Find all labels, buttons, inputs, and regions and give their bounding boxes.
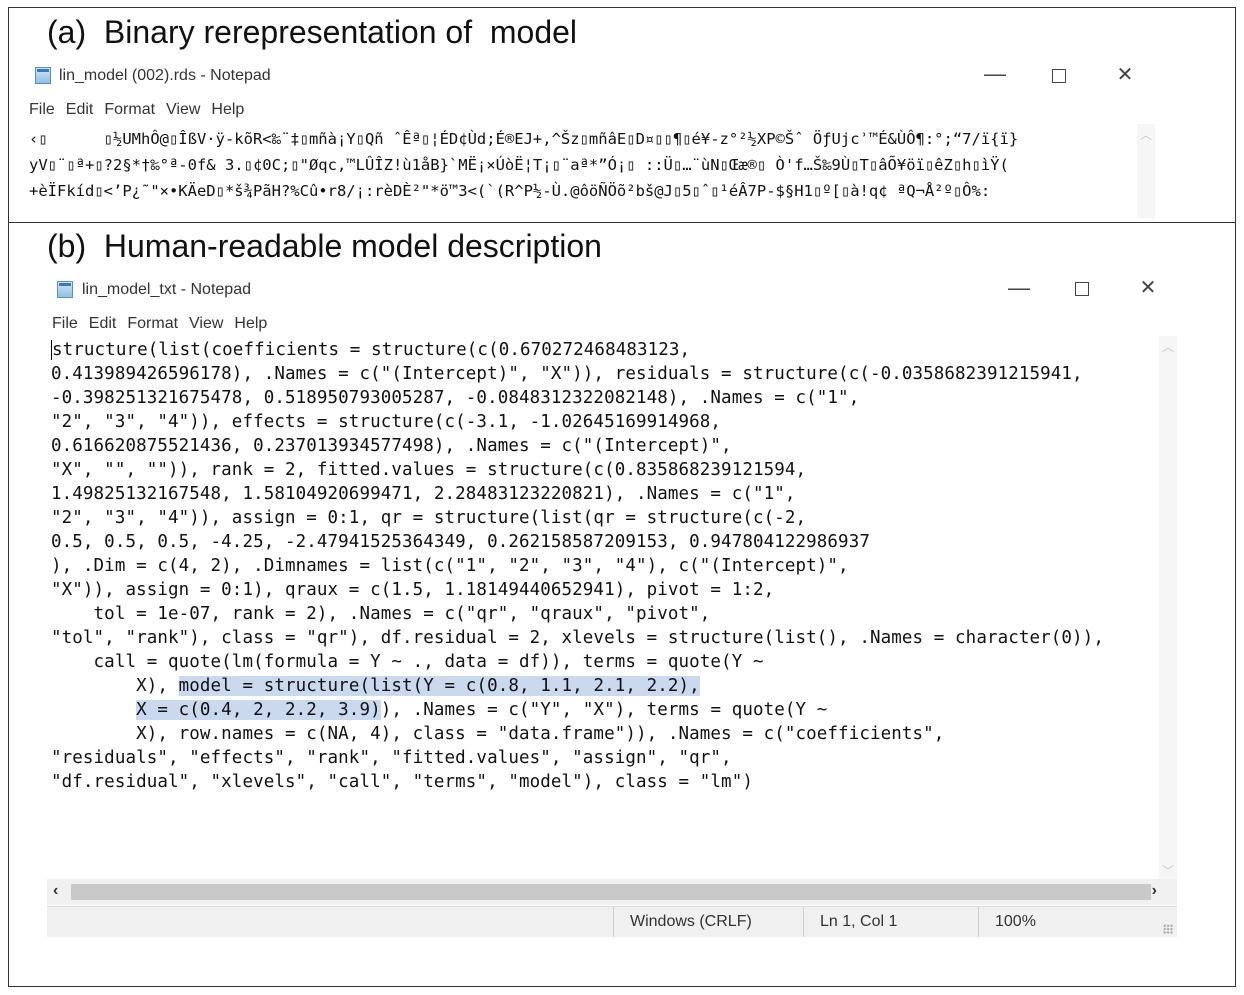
code-line: "X")), assign = 0:1), qraux = c(1.5, 1.1…: [51, 580, 775, 600]
code-line: "residuals", "effects", "rank", "fitted.…: [51, 748, 732, 768]
menu-file[interactable]: File: [29, 101, 55, 118]
selected-text: X = c(0.4, 2, 2.2, 3.9): [136, 700, 381, 720]
scroll-left-arrow-icon[interactable]: ‹: [53, 882, 58, 900]
minimize-button[interactable]: —: [975, 63, 1015, 85]
status-bar: Windows (CRLF) Ln 1, Col 1 100%: [47, 906, 1177, 937]
text-editor-area[interactable]: structure(list(coefficients = structure(…: [51, 338, 1163, 794]
menu-file[interactable]: File: [52, 315, 78, 332]
code-line: "X", "", "")), rank = 2, fitted.values =…: [51, 460, 807, 480]
menu-help[interactable]: Help: [234, 315, 267, 332]
code-line: "tol", "rank"), class = "qr"), df.residu…: [51, 628, 1104, 648]
code-line: X = c(0.4, 2, 2.2, 3.9)), .Names = c("Y"…: [51, 698, 1163, 722]
code-line: 0.5, 0.5, 0.5, -4.25, -2.47941525364349,…: [51, 532, 870, 552]
menu-format[interactable]: Format: [104, 101, 155, 118]
binary-line: +èÏFkíd▯<’P¿˜"×•KÄeD▯*š¾PãH?%Cû•r8/¡:rèD…: [29, 182, 991, 200]
menu-edit[interactable]: Edit: [89, 315, 117, 332]
code-line: "df.residual", "xlevels", "call", "terms…: [51, 772, 753, 792]
menu-bar: File Edit Format View Help: [29, 101, 255, 119]
code-line: -0.398251321675478, 0.518950793005287, -…: [51, 388, 860, 408]
binary-line: ‹▯ ▯½UMhÔ@▯ÎßV·ÿ-kõR<‰¨‡▯mñà¡Y▯Qñ ˆÊª▯¦É…: [29, 130, 1019, 148]
code-text: ), .Names = c("Y", "X"), terms = quote(Y…: [380, 700, 828, 720]
scroll-up-arrow-icon[interactable]: ︿: [1159, 338, 1177, 355]
horizontal-scroll-thumb[interactable]: [71, 884, 1151, 900]
panel-a-caption: (a) Binary rerepresentation of model: [47, 14, 578, 50]
code-text: structure(list(coefficients = structure(…: [52, 340, 691, 360]
code-line: tol = 1e-07, rank = 2), .Names = c("qr",…: [51, 604, 711, 624]
vertical-scrollbar[interactable]: ︿ ﹀: [1159, 336, 1177, 881]
close-button[interactable]: ✕: [1105, 65, 1145, 85]
binary-text-area[interactable]: ‹▯ ▯½UMhÔ@▯ÎßV·ÿ-kõR<‰¨‡▯mñà¡Y▯Qñ ˆÊª▯¦É…: [29, 126, 1139, 202]
maximize-button[interactable]: [1052, 69, 1066, 83]
menu-view[interactable]: View: [189, 315, 223, 332]
status-line-endings: Windows (CRLF): [613, 907, 803, 937]
scroll-right-arrow-icon[interactable]: ›: [1152, 882, 1157, 900]
notepad-icon: [57, 281, 73, 298]
code-line: X), model = structure(list(Y = c(0.8, 1.…: [51, 674, 1163, 698]
code-line: structure(list(coefficients = structure(…: [51, 338, 1163, 362]
menu-view[interactable]: View: [166, 101, 200, 118]
menu-help[interactable]: Help: [211, 101, 244, 118]
selected-text: model = structure(list(Y = c(0.8, 1.1, 2…: [178, 676, 700, 696]
resize-grip-icon[interactable]: [1163, 924, 1173, 934]
code-line: 0.413989426596178), .Names = c("(Interce…: [51, 364, 1083, 384]
menu-edit[interactable]: Edit: [66, 101, 94, 118]
code-line: 0.616620875521436, 0.237013934577498), .…: [51, 436, 732, 456]
maximize-button[interactable]: [1075, 282, 1089, 296]
code-line: 1.49825132167548, 1.58104920699471, 2.28…: [51, 484, 796, 504]
code-line: X), row.names = c(NA, 4), class = "data.…: [51, 724, 945, 744]
menu-bar: File Edit Format View Help: [52, 315, 278, 333]
panel-human-readable: (b) Human-readable model description lin…: [8, 222, 1236, 987]
status-cursor-position: Ln 1, Col 1: [803, 907, 978, 937]
binary-line: yV▯¨▯ª+▯?2§*†‰°ª-0f& 3.▯¢0C;▯"Øqc,™LÛÎZ!…: [29, 156, 1009, 174]
status-zoom: 100%: [978, 907, 1177, 937]
panel-b-caption: (b) Human-readable model description: [47, 228, 602, 264]
horizontal-scrollbar[interactable]: ‹ ›: [47, 879, 1177, 905]
code-line: call = quote(lm(formula = Y ~ ., data = …: [51, 652, 764, 672]
scroll-up-arrow-icon[interactable]: ︿: [1137, 126, 1155, 143]
window-title: lin_model_txt - Notepad: [82, 281, 251, 298]
window-title: lin_model (002).rds - Notepad: [59, 67, 271, 84]
vertical-scrollbar[interactable]: ︿: [1137, 124, 1155, 218]
minimize-button[interactable]: —: [999, 277, 1039, 299]
code-text: X),: [51, 676, 179, 696]
close-button[interactable]: ✕: [1128, 278, 1168, 298]
menu-format[interactable]: Format: [127, 315, 178, 332]
notepad-icon: [35, 67, 51, 84]
code-line: "2", "3", "4")), effects = structure(c(-…: [51, 412, 722, 432]
panel-binary-representation: (a) Binary rerepresentation of model lin…: [8, 7, 1236, 223]
scroll-down-arrow-icon[interactable]: ﹀: [1159, 862, 1177, 879]
code-line: "2", "3", "4")), assign = 0:1, qr = stru…: [51, 508, 807, 528]
code-line: ), .Dim = c(4, 2), .Dimnames = list(c("1…: [51, 556, 849, 576]
